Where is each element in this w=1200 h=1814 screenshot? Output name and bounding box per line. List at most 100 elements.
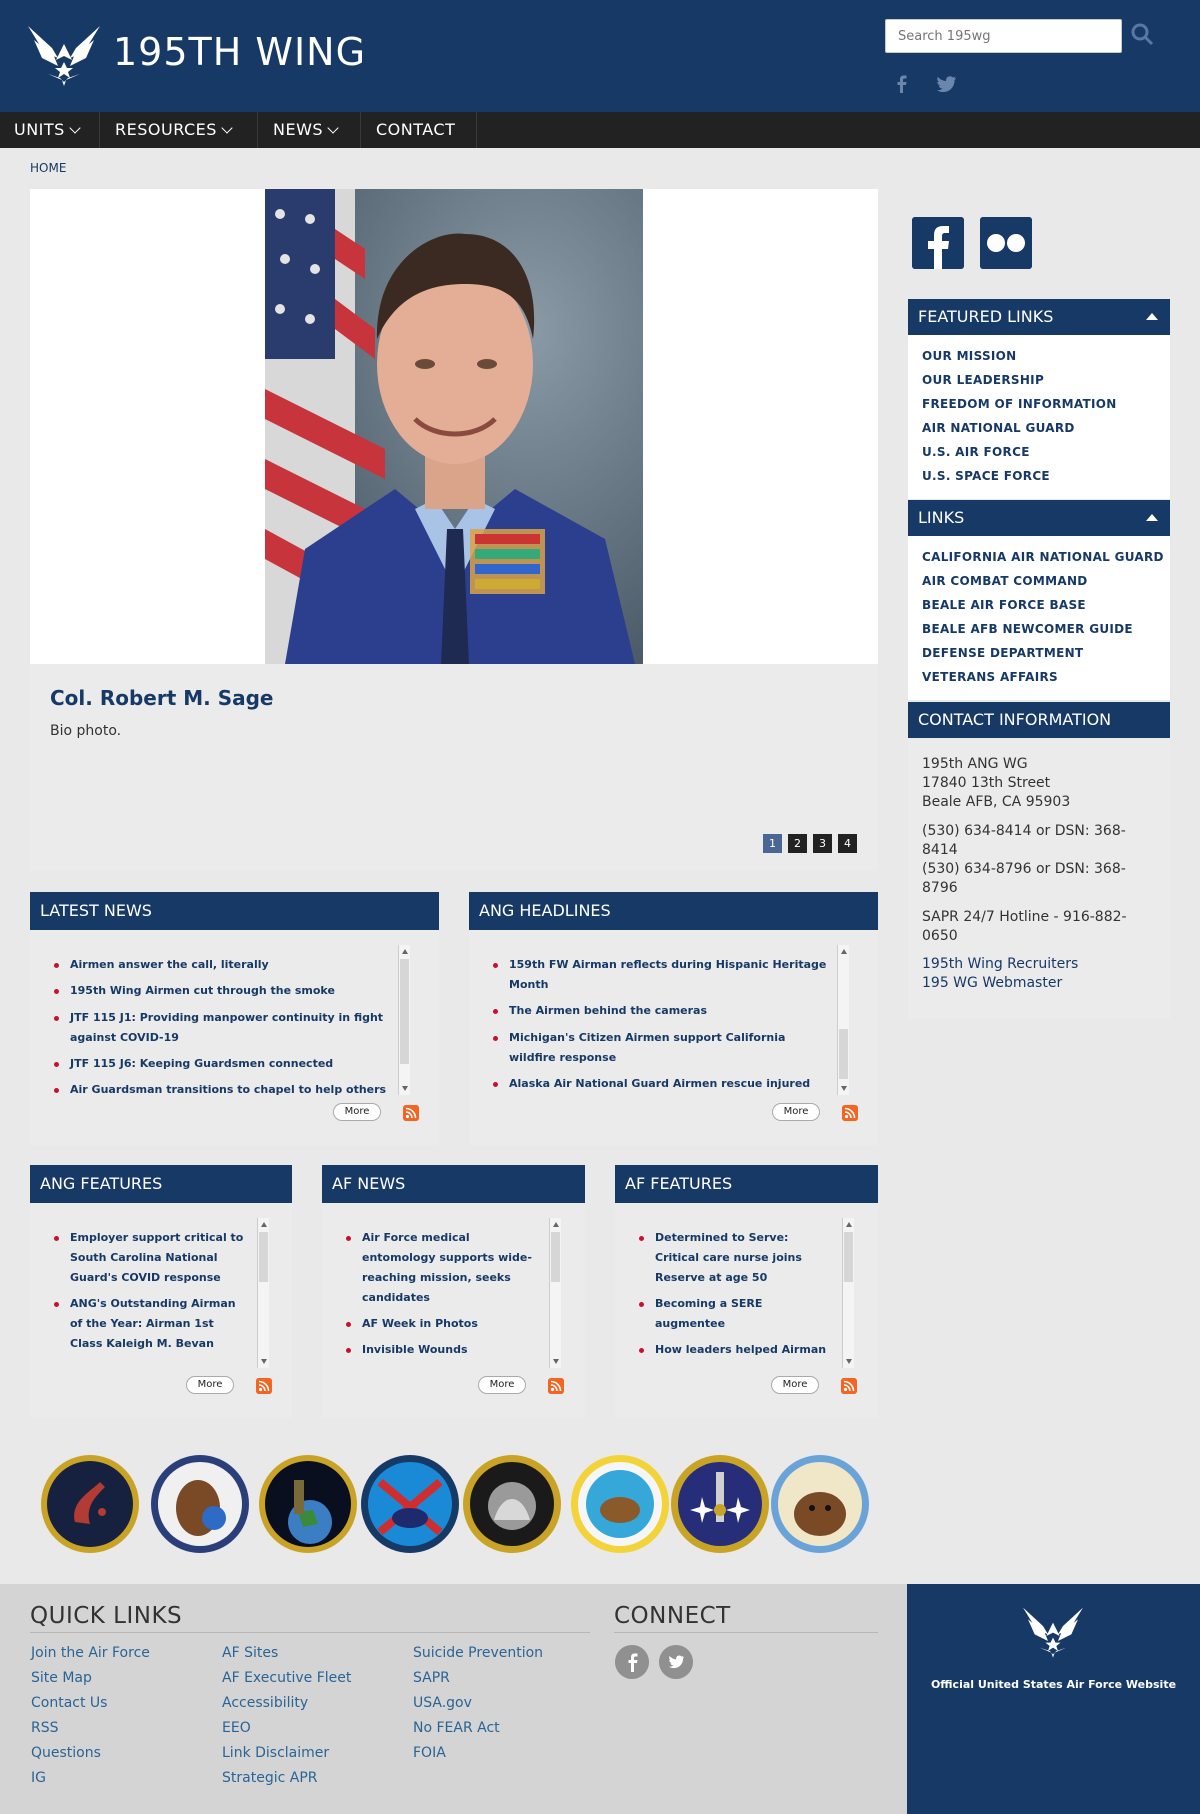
more-button[interactable]: More — [186, 1376, 234, 1394]
breadcrumb-home[interactable]: HOME — [30, 161, 66, 175]
scrollbar[interactable] — [257, 1218, 269, 1368]
scroll-thumb[interactable] — [400, 959, 409, 1064]
search-icon[interactable] — [1130, 22, 1156, 48]
facebook-icon[interactable] — [615, 1645, 649, 1679]
flickr-icon[interactable] — [980, 217, 1032, 269]
more-button[interactable]: More — [478, 1376, 526, 1394]
news-item-link-continued[interactable]: entomology supports wide- — [362, 1248, 532, 1268]
scrollbar[interactable] — [837, 945, 849, 1095]
nav-news[interactable]: NEWS — [259, 112, 361, 148]
featured-link-foia[interactable]: FREEDOM OF INFORMATION — [922, 397, 1117, 411]
footer-link[interactable]: AF Sites — [222, 1645, 278, 1661]
unit-patch-148th-space-control-squadron-icon[interactable] — [462, 1452, 562, 1556]
featured-link-ang[interactable]: AIR NATIONAL GUARD — [922, 421, 1075, 435]
scroll-down-arrow-icon[interactable] — [841, 1086, 847, 1091]
footer-link[interactable]: IG — [31, 1770, 46, 1786]
news-item-link-continued[interactable]: Guard's COVID response — [70, 1268, 221, 1288]
news-item-link-continued[interactable]: Critical care nurse joins — [655, 1248, 802, 1268]
carousel-page-3[interactable]: 3 — [813, 834, 832, 853]
official-af-site-block[interactable]: Official United States Air Force Website — [907, 1584, 1200, 1814]
search-input[interactable] — [885, 19, 1122, 53]
footer-link[interactable]: No FEAR Act — [413, 1720, 500, 1736]
rss-icon[interactable] — [403, 1105, 419, 1121]
scroll-down-arrow-icon[interactable] — [402, 1086, 408, 1091]
scroll-down-arrow-icon[interactable] — [261, 1359, 267, 1364]
footer-link[interactable]: AF Executive Fleet — [222, 1670, 351, 1686]
news-item-link-continued[interactable]: reaching mission, seeks — [362, 1268, 511, 1288]
hero-title[interactable]: Col. Robert M. Sage — [50, 686, 274, 710]
footer-link[interactable]: Questions — [31, 1745, 101, 1761]
news-item-link[interactable]: 195th Wing Airmen cut through the smoke — [70, 981, 335, 1001]
nav-contact[interactable]: CONTACT — [362, 112, 477, 148]
more-button[interactable]: More — [772, 1103, 820, 1121]
site-title[interactable]: 195TH WING — [113, 30, 366, 74]
scroll-up-arrow-icon[interactable] — [841, 949, 847, 954]
footer-link[interactable]: Contact Us — [31, 1695, 107, 1711]
news-item-link[interactable]: Michigan's Citizen Airmen support Califo… — [509, 1028, 785, 1048]
featured-link-our-mission[interactable]: OUR MISSION — [922, 349, 1017, 363]
news-item-link[interactable]: Invisible Wounds — [362, 1340, 468, 1360]
featured-link-usaf[interactable]: U.S. AIR FORCE — [922, 445, 1030, 459]
unit-patch-216th-combat-communications-icon[interactable] — [150, 1452, 250, 1556]
news-item-link[interactable]: ANG's Outstanding Airman — [70, 1294, 236, 1314]
news-item-link[interactable]: JTF 115 J1: Providing manpower continuit… — [70, 1008, 383, 1028]
rss-icon[interactable] — [842, 1105, 858, 1121]
unit-patch-234th-intelligence-se-icon[interactable] — [670, 1452, 770, 1556]
carousel-page-4[interactable]: 4 — [838, 834, 857, 853]
scroll-up-arrow-icon[interactable] — [553, 1222, 559, 1227]
news-item-link[interactable]: Alaska Air National Guard Airmen rescue … — [509, 1074, 810, 1094]
unit-patch-234th-intelligence-squadron-icon[interactable] — [360, 1452, 460, 1556]
link-veterans-affairs[interactable]: VETERANS AFFAIRS — [922, 670, 1058, 684]
scroll-down-arrow-icon[interactable] — [553, 1359, 559, 1364]
link-beale-newcomer[interactable]: BEALE AFB NEWCOMER GUIDE — [922, 622, 1133, 636]
unit-patch-195th-wing-hq-icon[interactable] — [40, 1452, 140, 1556]
footer-link[interactable]: FOIA — [413, 1745, 446, 1761]
footer-link[interactable]: EEO — [222, 1720, 251, 1736]
news-item-link-continued[interactable]: candidates — [362, 1288, 430, 1308]
news-item-link[interactable]: Determined to Serve: — [655, 1228, 788, 1248]
news-item-link-continued[interactable]: Class Kaleigh M. Bevan — [70, 1334, 214, 1354]
news-item-link-continued[interactable]: Month — [509, 975, 548, 995]
scroll-down-arrow-icon[interactable] — [846, 1359, 852, 1364]
news-item-link-continued[interactable]: against COVID-19 — [70, 1028, 179, 1048]
news-item-link[interactable]: AF Week in Photos — [362, 1314, 478, 1334]
news-item-link-continued[interactable]: wildfire response — [509, 1048, 616, 1068]
news-item-link[interactable]: JTF 115 J6: Keeping Guardsmen connected — [70, 1054, 333, 1074]
scroll-thumb[interactable] — [551, 1232, 560, 1282]
scroll-up-arrow-icon[interactable] — [261, 1222, 267, 1227]
link-acc[interactable]: AIR COMBAT COMMAND — [922, 574, 1088, 588]
featured-link-our-leadership[interactable]: OUR LEADERSHIP — [922, 373, 1044, 387]
contact-recruiters-link[interactable]: 195th Wing Recruiters — [922, 955, 1078, 974]
footer-link[interactable]: Suicide Prevention — [413, 1645, 543, 1661]
scroll-thumb[interactable] — [259, 1232, 268, 1282]
nav-resources[interactable]: RESOURCES — [101, 112, 258, 148]
scroll-up-arrow-icon[interactable] — [402, 949, 408, 954]
footer-link[interactable]: SAPR — [413, 1670, 450, 1686]
news-item-link[interactable]: Airmen answer the call, literally — [70, 955, 269, 975]
news-item-link-continued[interactable]: Reserve at age 50 — [655, 1268, 767, 1288]
footer-link[interactable]: Link Disclaimer — [222, 1745, 329, 1761]
news-item-link[interactable]: How leaders helped Airman — [655, 1340, 826, 1360]
rss-icon[interactable] — [548, 1378, 564, 1394]
unit-patch-216th-space-operations-icon[interactable] — [258, 1452, 358, 1556]
footer-link[interactable]: Strategic APR — [222, 1770, 317, 1786]
scrollbar[interactable] — [398, 945, 410, 1095]
footer-link[interactable]: Join the Air Force — [31, 1645, 150, 1661]
carousel-page-1[interactable]: 1 — [763, 834, 782, 853]
featured-link-ussf[interactable]: U.S. SPACE FORCE — [922, 469, 1050, 483]
news-item-link[interactable]: 159th FW Airman reflects during Hispanic… — [509, 955, 826, 975]
link-beale-afb[interactable]: BEALE AIR FORCE BASE — [922, 598, 1086, 612]
scrollbar[interactable] — [842, 1218, 854, 1368]
unit-patch-222nd-mission-support-icon[interactable] — [770, 1452, 870, 1556]
more-button[interactable]: More — [333, 1103, 381, 1121]
facebook-icon[interactable] — [892, 74, 912, 94]
scroll-thumb[interactable] — [839, 1029, 848, 1079]
more-button[interactable]: More — [771, 1376, 819, 1394]
footer-link[interactable]: USA.gov — [413, 1695, 472, 1711]
scroll-thumb[interactable] — [844, 1232, 853, 1282]
contact-webmaster-link[interactable]: 195 WG Webmaster — [922, 974, 1062, 993]
rss-icon[interactable] — [256, 1378, 272, 1394]
carousel-page-2[interactable]: 2 — [788, 834, 807, 853]
facebook-icon[interactable] — [912, 217, 964, 269]
featured-links-header[interactable]: FEATURED LINKS — [908, 299, 1170, 335]
